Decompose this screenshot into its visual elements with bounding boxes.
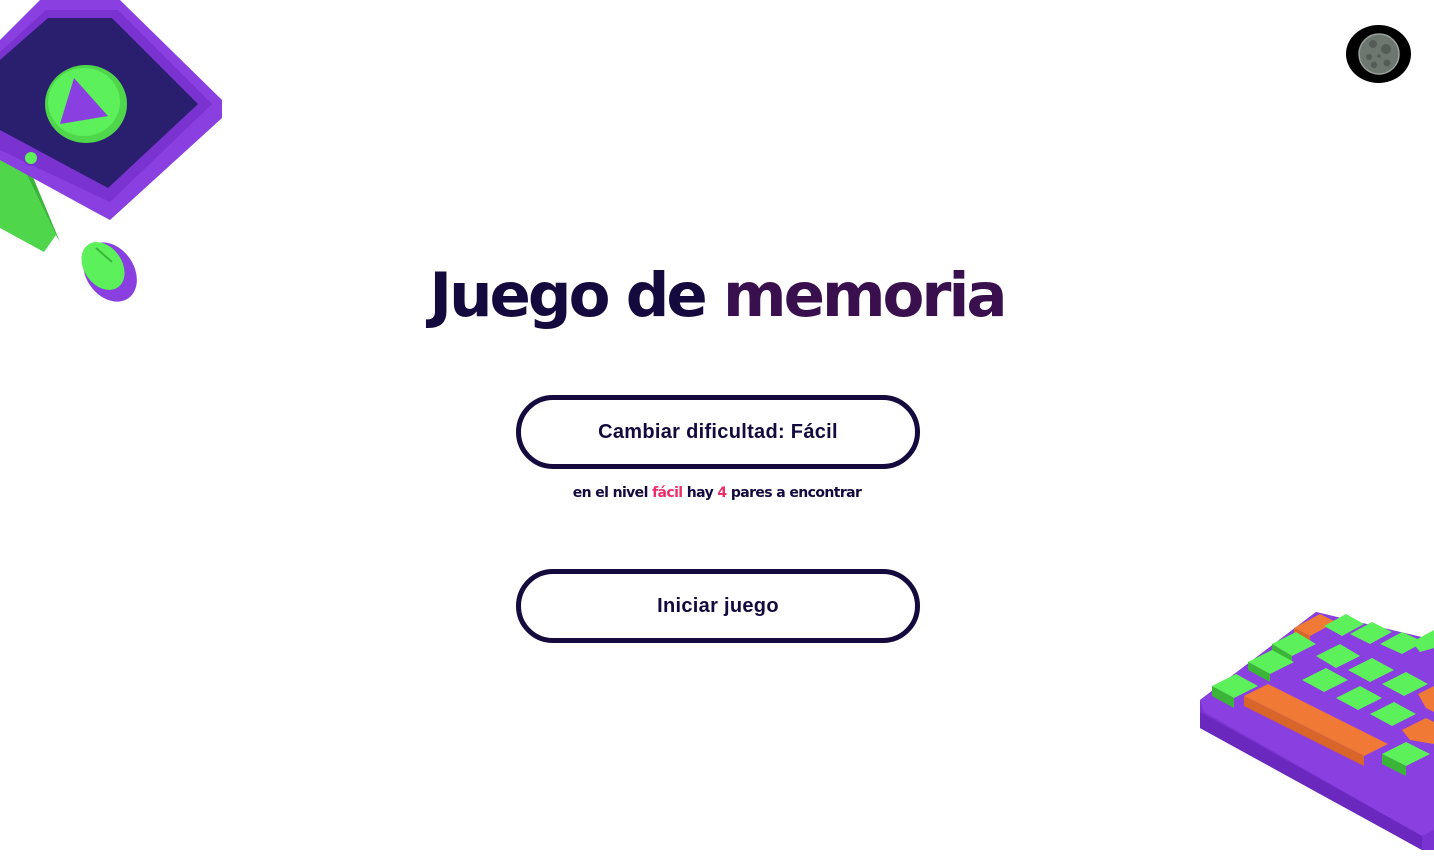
start-game-label: Iniciar juego <box>657 594 779 617</box>
hint-pairs-count: 4 <box>717 485 727 501</box>
hint-prefix: en el nivel <box>572 485 649 501</box>
theme-toggle-button[interactable] <box>1346 25 1411 83</box>
change-difficulty-label: Cambiar dificultad: Fácil <box>598 420 838 443</box>
difficulty-hint: en el nivel fácil hay 4 pares a encontra… <box>0 485 1434 501</box>
hint-middle: hay <box>686 485 714 501</box>
title-part-2: memoria <box>723 260 1008 331</box>
page-title: Juego de memoria <box>0 258 1434 334</box>
change-difficulty-button[interactable]: Cambiar dificultad: Fácil <box>516 395 920 469</box>
keyboard-illustration <box>1200 612 1434 850</box>
start-screen: Juego de memoria Cambiar dificultad: Fác… <box>0 0 1434 867</box>
hint-level: fácil <box>652 485 683 501</box>
start-game-button[interactable]: Iniciar juego <box>516 569 920 643</box>
title-part-1: Juego de <box>429 260 707 331</box>
moon-icon <box>1357 33 1400 75</box>
hint-suffix: pares a encontrar <box>730 485 862 501</box>
